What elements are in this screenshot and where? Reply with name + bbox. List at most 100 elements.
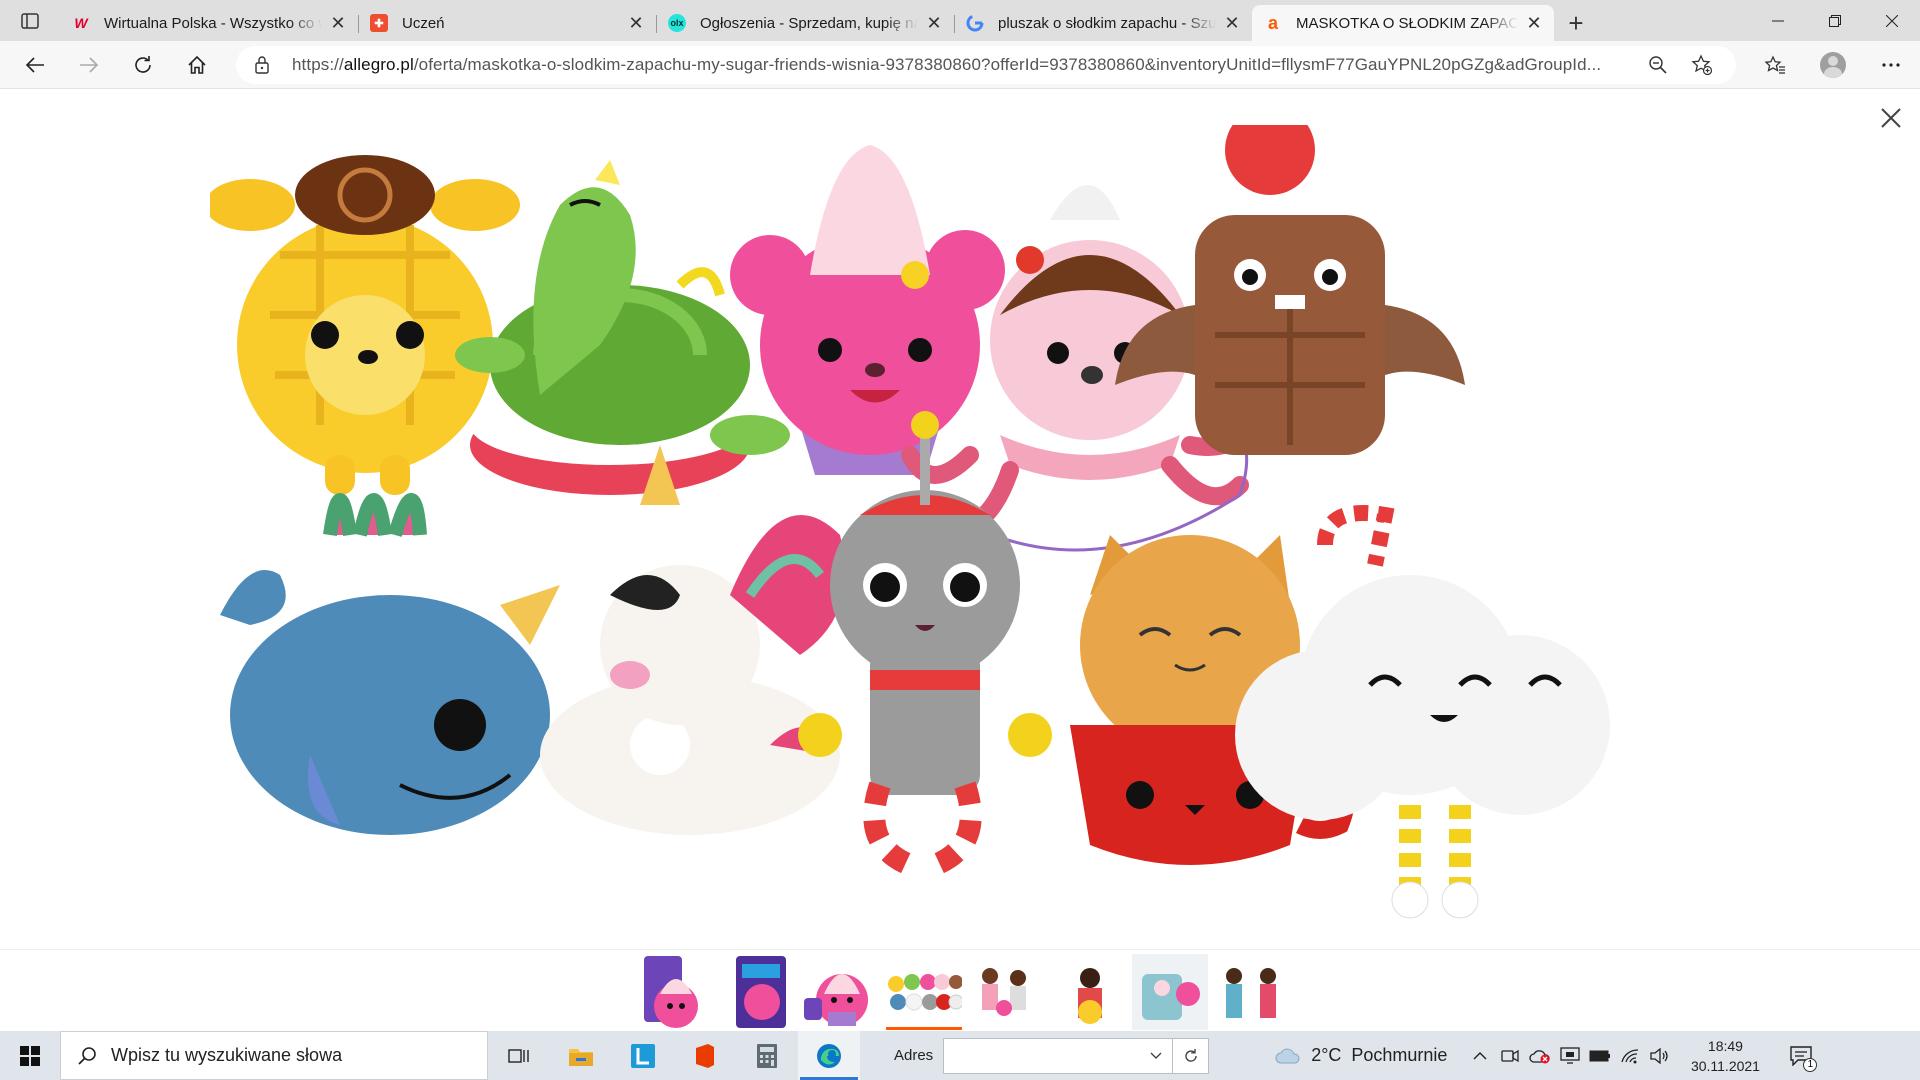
unicorn-plush bbox=[540, 445, 845, 835]
profile-button[interactable] bbox=[1804, 47, 1862, 83]
chevron-up-icon bbox=[1473, 1051, 1487, 1059]
plus-icon: + bbox=[1568, 7, 1584, 38]
cloud-icon bbox=[1275, 1048, 1300, 1063]
close-window-button[interactable] bbox=[1863, 0, 1920, 41]
clock-date: 30.11.2021 bbox=[1690, 1057, 1760, 1074]
address-toolbar-input[interactable] bbox=[943, 1037, 1174, 1074]
tab-google-search[interactable]: pluszak o słodkim zapachu - Szukaj ✕ bbox=[954, 5, 1252, 41]
calculator-icon bbox=[757, 1043, 777, 1068]
navigation-bar: https://allegro.pl/oferta/maskotka-o-slo… bbox=[0, 41, 1920, 89]
close-icon bbox=[1881, 108, 1901, 128]
refresh-button[interactable] bbox=[116, 47, 170, 83]
add-favorite-button[interactable] bbox=[1680, 50, 1724, 80]
zoom-button[interactable] bbox=[1636, 50, 1680, 80]
security-button[interactable] bbox=[1557, 1043, 1583, 1069]
weather-widget[interactable]: 2°C Pochmurnie bbox=[1275, 1045, 1447, 1066]
allegro-favicon: a bbox=[1267, 12, 1278, 33]
office-icon bbox=[696, 1043, 714, 1068]
display-icon bbox=[1560, 1046, 1581, 1064]
tab-title: Ogłoszenia - Sprzedam, kupię na OLX bbox=[700, 14, 918, 32]
task-view-icon bbox=[508, 1048, 529, 1063]
clock-time: 18:49 bbox=[1707, 1037, 1743, 1054]
forward-button[interactable] bbox=[62, 47, 116, 83]
system-tray bbox=[1467, 1043, 1673, 1069]
close-icon[interactable]: ✕ bbox=[626, 13, 646, 33]
restore-button[interactable] bbox=[1806, 0, 1863, 41]
network-button[interactable] bbox=[1617, 1043, 1643, 1069]
task-view-button[interactable] bbox=[488, 1031, 550, 1080]
refresh-icon bbox=[135, 55, 151, 73]
close-icon[interactable]: ✕ bbox=[1524, 13, 1544, 33]
tab-actions-button[interactable] bbox=[0, 0, 60, 41]
tab-title: Uczeń bbox=[402, 14, 445, 32]
calculator-button[interactable] bbox=[736, 1031, 798, 1080]
tab-allegro[interactable]: a MASKOTKA O SŁODKIM ZAPACHU ✕ bbox=[1252, 5, 1554, 41]
meet-now-button[interactable] bbox=[1497, 1043, 1523, 1069]
clock[interactable]: 18:49 30.11.2021 bbox=[1685, 1036, 1765, 1076]
address-bar[interactable]: https://allegro.pl/oferta/maskotka-o-slo… bbox=[236, 46, 1736, 84]
show-hidden-icons-button[interactable] bbox=[1467, 1043, 1493, 1069]
product-image-plush-toys bbox=[210, 125, 1610, 919]
window-controls bbox=[1749, 0, 1920, 41]
tab-title: pluszak o słodkim zapachu - Szukaj bbox=[998, 14, 1216, 32]
favorites-icon bbox=[1764, 55, 1785, 74]
tab-olx[interactable]: olx Ogłoszenia - Sprzedam, kupię na OLX … bbox=[656, 5, 954, 41]
office-button[interactable] bbox=[674, 1031, 736, 1080]
tab-uczen[interactable]: ✚ Uczeń ✕ bbox=[358, 5, 656, 41]
google-favicon bbox=[966, 14, 984, 32]
thumbnail-1[interactable] bbox=[640, 954, 716, 1030]
thumbnail-divider bbox=[0, 949, 1920, 950]
file-explorer-button[interactable] bbox=[550, 1031, 612, 1080]
more-icon bbox=[1882, 63, 1900, 67]
onedrive-button[interactable] bbox=[1527, 1043, 1553, 1069]
close-icon[interactable]: ✕ bbox=[924, 13, 944, 33]
battery-button[interactable] bbox=[1587, 1043, 1613, 1069]
url-prefix: https:// bbox=[292, 55, 344, 74]
tab-title: MASKOTKA O SŁODKIM ZAPACHU bbox=[1296, 14, 1518, 32]
thumbnail-strip bbox=[640, 954, 1290, 1030]
tab-title: Wirtualna Polska - Wszystko co ważne bbox=[104, 14, 322, 32]
new-tab-button[interactable]: + bbox=[1554, 5, 1598, 41]
thumbnail-4[interactable] bbox=[886, 954, 962, 1030]
olx-favicon: olx bbox=[668, 14, 686, 32]
lock-icon[interactable] bbox=[254, 55, 280, 75]
tab-wirtualna-polska[interactable]: W Wirtualna Polska - Wszystko co ważne ✕ bbox=[60, 5, 358, 41]
thumbnail-8[interactable] bbox=[1214, 954, 1290, 1030]
chevron-down-icon[interactable] bbox=[1150, 1052, 1162, 1060]
weather-text: 2°C Pochmurnie bbox=[1311, 1045, 1448, 1065]
thumbnail-3[interactable] bbox=[804, 954, 880, 1030]
edge-icon bbox=[817, 1043, 841, 1068]
refresh-icon bbox=[1185, 1048, 1197, 1062]
settings-menu-button[interactable] bbox=[1862, 47, 1920, 83]
favorites-button[interactable] bbox=[1746, 47, 1804, 83]
viewer-close-button[interactable] bbox=[1876, 103, 1906, 133]
thumbnail-6[interactable] bbox=[1050, 954, 1126, 1030]
edge-button[interactable] bbox=[798, 1031, 860, 1080]
volume-button[interactable] bbox=[1647, 1043, 1673, 1069]
battery-icon bbox=[1589, 1050, 1611, 1061]
speaker-icon bbox=[1650, 1047, 1669, 1064]
url-domain: allegro.pl bbox=[343, 55, 414, 74]
url-text[interactable]: https://allegro.pl/oferta/maskotka-o-slo… bbox=[292, 55, 1636, 75]
camera-icon bbox=[1501, 1049, 1520, 1062]
start-button[interactable] bbox=[0, 1031, 60, 1080]
browser-toolbar bbox=[1746, 41, 1920, 89]
thumbnail-2[interactable] bbox=[722, 954, 798, 1030]
close-icon[interactable]: ✕ bbox=[1222, 13, 1242, 33]
app-l-button[interactable] bbox=[612, 1031, 674, 1080]
address-toolbar-label: Adres bbox=[894, 1047, 934, 1064]
close-icon[interactable]: ✕ bbox=[328, 13, 348, 33]
back-button[interactable] bbox=[8, 47, 62, 83]
librus-favicon: ✚ bbox=[370, 14, 388, 32]
thumbnail-5[interactable] bbox=[968, 954, 1044, 1030]
narwhal-plush bbox=[220, 493, 560, 835]
windows-logo-icon bbox=[20, 1045, 40, 1066]
close-icon bbox=[1885, 14, 1898, 27]
action-center-button[interactable]: 1 bbox=[1781, 1045, 1821, 1072]
address-toolbar-go-button[interactable] bbox=[1173, 1037, 1210, 1074]
minimize-button[interactable] bbox=[1749, 0, 1806, 41]
taskbar-search-box[interactable]: Wpisz tu wyszukiwane słowa bbox=[60, 1031, 488, 1080]
cloud-plush bbox=[1235, 505, 1610, 919]
thumbnail-7[interactable] bbox=[1132, 954, 1208, 1030]
home-button[interactable] bbox=[170, 47, 224, 83]
